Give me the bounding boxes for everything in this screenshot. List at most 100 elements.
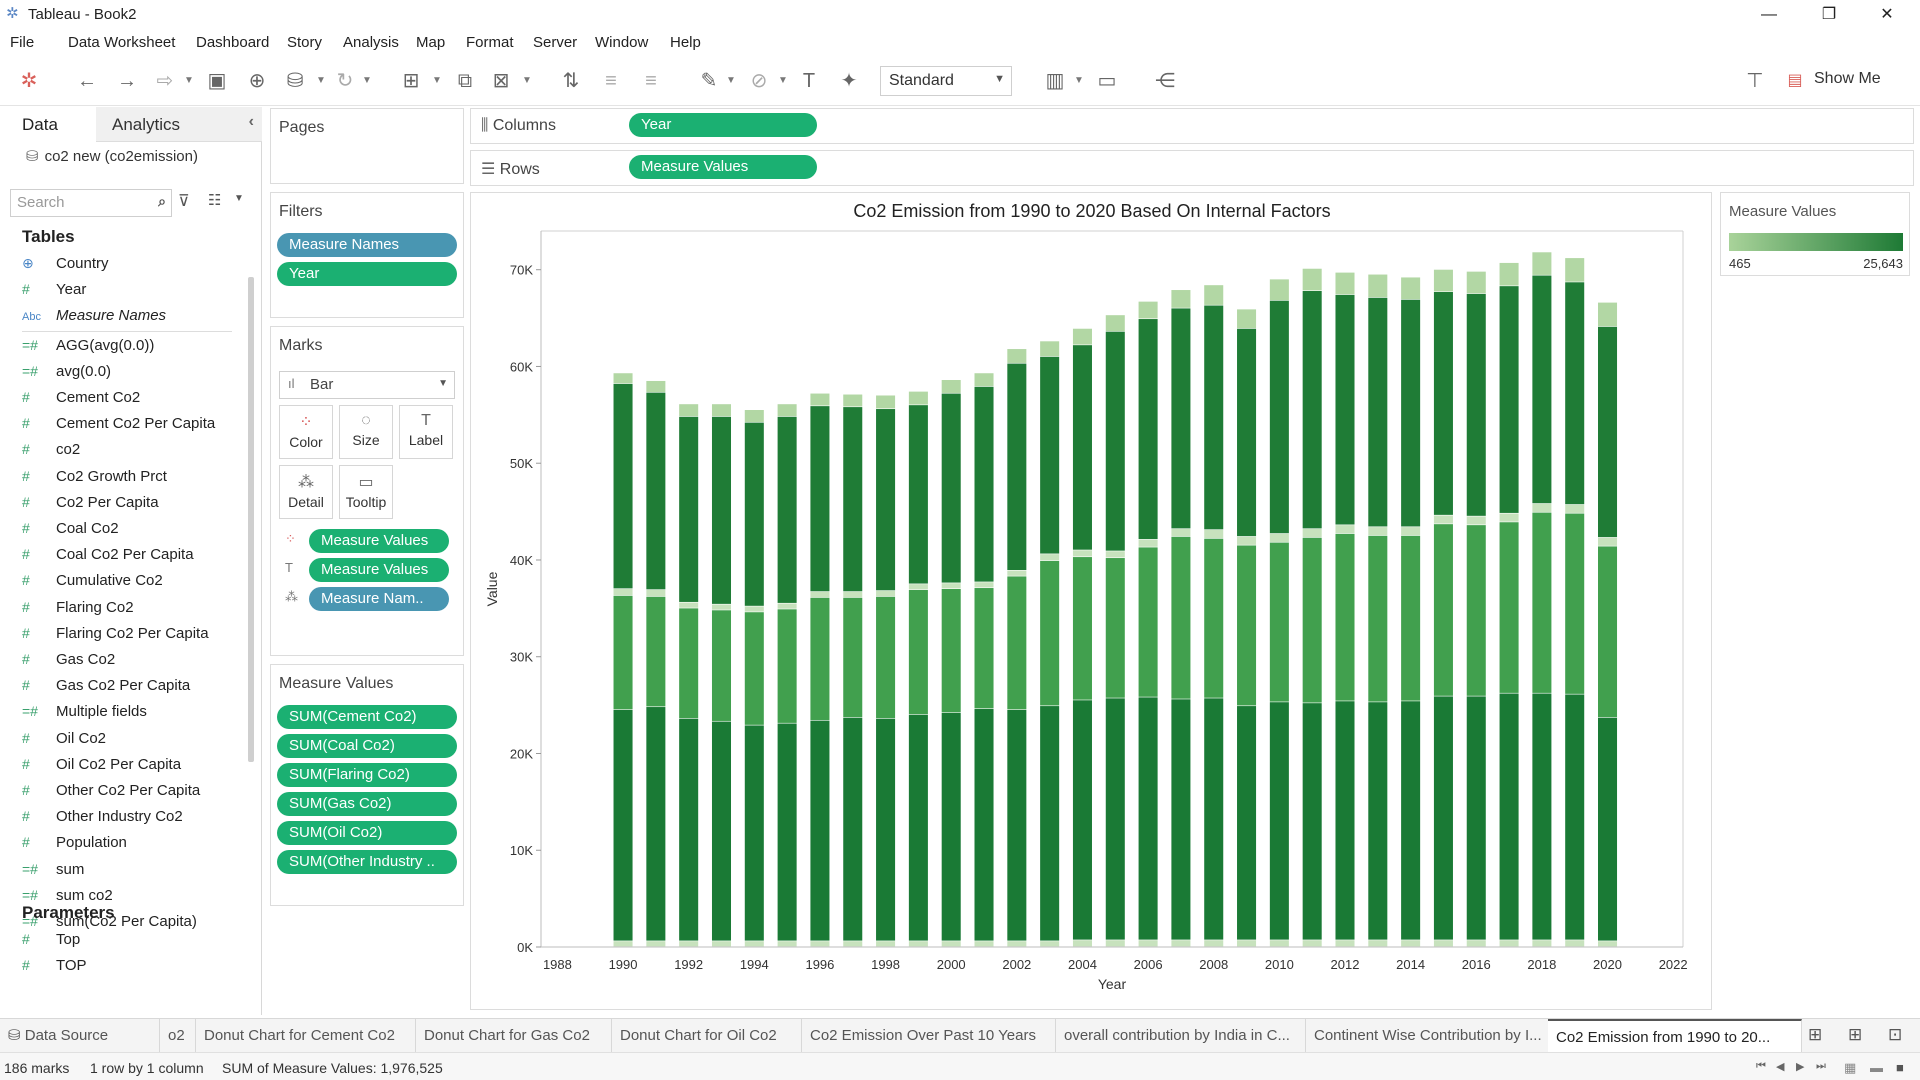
- bar-segment[interactable]: [1237, 940, 1257, 947]
- tab-data-source[interactable]: ⛁ Data Source: [0, 1019, 160, 1053]
- bar-segment[interactable]: [1565, 940, 1585, 947]
- sheet-tab[interactable]: Donut Chart for Gas Co2: [416, 1019, 612, 1053]
- bar-segment[interactable]: [1335, 294, 1355, 525]
- bar-segment[interactable]: [1598, 546, 1618, 718]
- bar-segment[interactable]: [646, 596, 666, 707]
- bar-segment[interactable]: [1565, 282, 1585, 505]
- bar-segment[interactable]: [1433, 515, 1453, 524]
- bar-segment[interactable]: [1302, 703, 1322, 940]
- bar-segment[interactable]: [1138, 301, 1158, 319]
- show-me-button[interactable]: Show Me: [1814, 70, 1881, 88]
- bar-segment[interactable]: [679, 718, 699, 941]
- bar-segment[interactable]: [1433, 696, 1453, 940]
- chevron-down-icon[interactable]: ▼: [522, 68, 532, 94]
- last-sheet-icon[interactable]: ⏭: [1816, 1060, 1826, 1073]
- bar-segment[interactable]: [1072, 557, 1092, 700]
- bar-segment[interactable]: [974, 588, 994, 709]
- measure-pill[interactable]: SUM(Flaring Co2): [277, 763, 457, 787]
- bar-segment[interactable]: [1401, 299, 1421, 527]
- bar-segment[interactable]: [908, 589, 928, 715]
- marks-pill-color[interactable]: Measure Values: [309, 529, 449, 553]
- bar-segment[interactable]: [1105, 331, 1125, 551]
- bar-segment[interactable]: [1072, 328, 1092, 345]
- bar-segment[interactable]: [1269, 533, 1289, 542]
- rows-shelf[interactable]: ☰ Rows Measure Values: [470, 150, 1914, 186]
- bar-segment[interactable]: [679, 941, 699, 947]
- bar-segment[interactable]: [711, 404, 732, 417]
- menu-format[interactable]: Format: [466, 34, 514, 51]
- mark-type-select[interactable]: ıl Bar ▼: [279, 371, 455, 399]
- bar-segment[interactable]: [1565, 504, 1585, 513]
- field-item[interactable]: # Year: [22, 281, 86, 303]
- new-dashboard-icon[interactable]: ⊞: [1848, 1025, 1862, 1045]
- close-button[interactable]: ✕: [1864, 0, 1910, 30]
- replay-icon[interactable]: ⇨: [152, 68, 178, 94]
- bar-segment[interactable]: [1368, 527, 1388, 536]
- bar-segment[interactable]: [777, 609, 797, 723]
- chevron-down-icon[interactable]: ▼: [234, 193, 244, 204]
- fit-view-select[interactable]: Standard ▼: [880, 66, 1012, 96]
- refresh-icon[interactable]: ↻: [332, 68, 358, 94]
- field-item[interactable]: # co2: [22, 441, 80, 463]
- pages-shelf[interactable]: Pages: [270, 108, 464, 184]
- columns-shelf[interactable]: ⫼ Columns Year: [470, 108, 1914, 144]
- bar-segment[interactable]: [1433, 524, 1453, 696]
- swap-rows-columns-icon[interactable]: ⇅: [558, 68, 584, 94]
- bar-segment[interactable]: [1466, 525, 1486, 696]
- bar-segment[interactable]: [1269, 702, 1289, 940]
- show-me-icon[interactable]: ▤: [1782, 68, 1808, 94]
- bar-segment[interactable]: [810, 393, 830, 406]
- bar-segment[interactable]: [1040, 706, 1060, 941]
- measure-pill[interactable]: SUM(Coal Co2): [277, 734, 457, 758]
- bar-segment[interactable]: [1598, 717, 1618, 941]
- menu-worksheet[interactable]: Worksheet: [104, 34, 175, 51]
- show-cards-icon[interactable]: ▥: [1042, 68, 1068, 94]
- menu-dashboard[interactable]: Dashboard: [196, 34, 269, 51]
- bar-segment[interactable]: [1269, 542, 1289, 702]
- filter-pill-measure-names[interactable]: Measure Names: [277, 233, 457, 257]
- bar-segment[interactable]: [1532, 940, 1552, 947]
- new-datasource-icon[interactable]: ⊕: [244, 68, 270, 94]
- bar-segment[interactable]: [744, 410, 764, 422]
- save-icon[interactable]: ▣: [204, 68, 230, 94]
- bar-segment[interactable]: [1532, 503, 1552, 512]
- measure-pill[interactable]: SUM(Cement Co2): [277, 705, 457, 729]
- bar-segment[interactable]: [876, 596, 896, 719]
- bar-segment[interactable]: [1335, 940, 1355, 947]
- bar-segment[interactable]: [1072, 345, 1092, 550]
- marks-pill-label[interactable]: Measure Values: [309, 558, 449, 582]
- collapse-pane-icon[interactable]: ‹: [249, 113, 254, 131]
- field-item[interactable]: # Gas Co2: [22, 651, 115, 673]
- bar-segment[interactable]: [1040, 941, 1060, 947]
- bar-segment[interactable]: [1598, 537, 1618, 546]
- field-item[interactable]: Abc Measure Names: [22, 307, 166, 329]
- bar-segment[interactable]: [744, 941, 764, 947]
- bar-segment[interactable]: [1138, 940, 1158, 947]
- bar-segment[interactable]: [1171, 536, 1191, 699]
- field-item[interactable]: ⊕ Country: [22, 255, 109, 277]
- redo-icon[interactable]: →: [114, 68, 140, 94]
- bar-segment[interactable]: [1171, 290, 1191, 308]
- marks-pill-detail[interactable]: Measure Nam..: [309, 587, 449, 611]
- bar-segment[interactable]: [777, 941, 797, 947]
- sheet-tab[interactable]: o2: [160, 1019, 196, 1053]
- bar-segment[interactable]: [1105, 698, 1125, 940]
- bar-segment[interactable]: [1007, 941, 1027, 947]
- bar-segment[interactable]: [646, 589, 666, 597]
- bar-segment[interactable]: [1007, 576, 1027, 710]
- bar-segment[interactable]: [1237, 706, 1257, 940]
- parameter-item[interactable]: # TOP: [22, 957, 87, 979]
- bar-segment[interactable]: [1302, 268, 1322, 291]
- first-sheet-icon[interactable]: ⏮: [1756, 1060, 1766, 1073]
- bar-segment[interactable]: [1072, 550, 1092, 557]
- bar-segment[interactable]: [1466, 940, 1486, 947]
- bar-segment[interactable]: [1171, 308, 1191, 529]
- bar-segment[interactable]: [810, 597, 830, 720]
- view-list-icon[interactable]: ☷: [208, 191, 221, 209]
- bar-segment[interactable]: [1171, 529, 1191, 537]
- bar-segment[interactable]: [908, 405, 928, 584]
- bar-segment[interactable]: [1401, 277, 1421, 300]
- field-item[interactable]: # Oil Co2: [22, 730, 106, 752]
- bar-segment[interactable]: [1269, 940, 1289, 947]
- field-item[interactable]: =# sum: [22, 861, 84, 883]
